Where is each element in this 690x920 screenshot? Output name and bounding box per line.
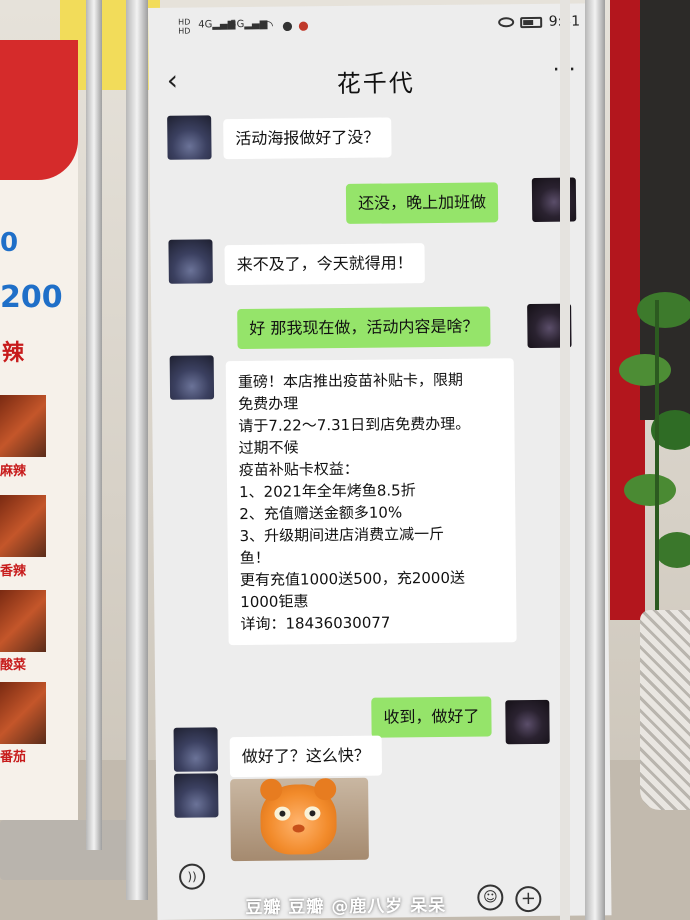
chat-screenshot-poster: HD HD 4G▂▄▆ 5G▂▄▆ ◠ ● ● 9:31 ‹ 花千代 ··· 活… xyxy=(148,3,612,920)
contact-avatar[interactable] xyxy=(169,355,215,400)
voice-icon[interactable]: )) xyxy=(178,863,206,890)
message-line: 重磅！本店推出疫苗补贴卡，限期 xyxy=(237,370,464,392)
poster-label: 酸菜 xyxy=(0,658,27,673)
message-line: 鱼！ xyxy=(239,548,270,568)
cat-eye xyxy=(274,806,291,821)
message-bubble-in-long: 重磅！本店推出疫苗补贴卡，限期 免费办理 请于7.22～7.31日到店免费办理。… xyxy=(225,358,517,646)
stand-pole xyxy=(86,0,102,850)
notification-icon: ● xyxy=(298,18,309,33)
food-image xyxy=(0,682,46,744)
stand-pole xyxy=(126,0,148,900)
poster-label: 番茄 xyxy=(0,750,27,765)
food-image xyxy=(0,590,46,652)
message-line: 1、2021年全年烤鱼8.5折 xyxy=(238,481,416,502)
cat-nose xyxy=(292,824,305,833)
message-bubble-in: 做好了？这么快？ xyxy=(229,735,383,778)
poster-label: 辣 xyxy=(2,341,25,366)
eye-icon xyxy=(498,17,515,28)
watermark: 豆瓣 豆瓣 @鹿八岁 呆呆 xyxy=(245,895,447,919)
message-bubble-out: 收到，做好了 xyxy=(371,696,492,738)
cat-face xyxy=(260,778,337,855)
message-bubble-out: 还没，晚上加班做 xyxy=(345,182,499,224)
cat-eye xyxy=(304,806,321,821)
poster-label: 香辣 xyxy=(0,564,27,579)
contact-avatar[interactable] xyxy=(173,727,218,772)
stand-base xyxy=(0,820,135,880)
plus-icon[interactable]: + xyxy=(515,885,542,913)
poster-number: 0 xyxy=(0,228,19,258)
network-tag: HD xyxy=(178,26,191,36)
network-tags: HD HD xyxy=(178,18,190,36)
stand-pole xyxy=(560,0,570,920)
wifi-icon: ◠ xyxy=(262,18,274,34)
orange-cat-sticker[interactable] xyxy=(230,777,369,862)
plant-pot xyxy=(640,610,690,810)
my-avatar[interactable] xyxy=(505,699,550,745)
message-line: 2、充值赠送金额多10% xyxy=(239,503,403,524)
poster-label: 麻辣 xyxy=(0,464,27,479)
message-line: 详询：18436030077 xyxy=(240,613,391,634)
status-bar: HD HD 4G▂▄▆ 5G▂▄▆ ◠ ● ● 9:31 xyxy=(148,3,602,52)
message-line: 1000钜惠 xyxy=(240,592,309,612)
chat-input-bar: )) 豆瓣 豆瓣 @鹿八岁 呆呆 ☺ + xyxy=(157,849,612,920)
message-icon: ● xyxy=(282,18,293,33)
poster-red-banner xyxy=(0,40,78,180)
message-bubble-in: 活动海报做好了没？ xyxy=(223,117,392,160)
food-image xyxy=(0,495,46,557)
chat-title: 花千代 xyxy=(336,69,415,99)
chat-header: ‹ 花千代 ··· xyxy=(149,51,603,106)
contact-avatar[interactable] xyxy=(167,115,212,160)
contact-avatar[interactable] xyxy=(168,239,213,284)
plant-image xyxy=(619,292,690,620)
message-line: 更有充值1000送500，充2000送 xyxy=(239,568,466,590)
emoji-icon[interactable]: ☺ xyxy=(477,884,504,911)
stand-pole xyxy=(585,0,605,920)
message-line: 请于7.22～7.31日到店免费办理。 xyxy=(238,414,471,436)
food-image xyxy=(0,395,46,457)
left-food-poster: 0 200 辣 麻辣 香辣 酸菜 番茄 xyxy=(0,40,78,820)
message-bubble-in: 来不及了，今天就得用！ xyxy=(224,243,425,286)
battery-icon xyxy=(520,16,543,29)
message-line: 过期不候 xyxy=(238,438,299,458)
network-tag: HD xyxy=(178,17,191,27)
message-line: 3、升级期间进店消费立减一斤 xyxy=(239,524,445,546)
message-line: 疫苗补贴卡权益： xyxy=(238,459,359,480)
poster-number: 200 xyxy=(0,280,63,315)
contact-avatar[interactable] xyxy=(174,773,219,818)
message-line: 免费办理 xyxy=(238,394,299,414)
message-bubble-out: 好 那我现在做，活动内容是啥？ xyxy=(237,306,491,350)
